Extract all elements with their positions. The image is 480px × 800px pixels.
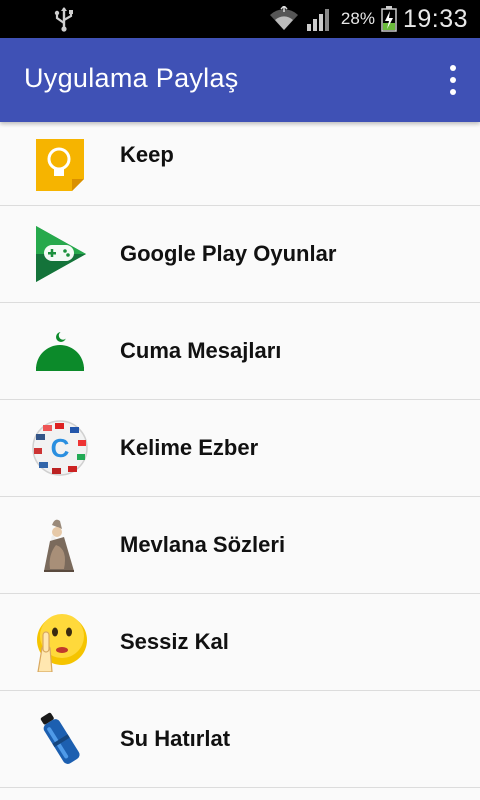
flags-circle-icon: C bbox=[32, 420, 88, 476]
mevlana-figure-icon bbox=[44, 519, 74, 572]
shush-emoji-icon bbox=[37, 614, 87, 672]
usb-icon bbox=[54, 7, 73, 32]
app-label: Google Play Oyunlar bbox=[120, 241, 337, 266]
page-title: Uygulama Paylaş bbox=[24, 63, 239, 93]
app-label: Sessiz Kal bbox=[120, 629, 229, 654]
status-bar: 28% 19:33 bbox=[0, 0, 480, 38]
clock: 19:33 bbox=[402, 4, 468, 33]
list-item-kelime-ezber[interactable]: C Kelime Ezber bbox=[0, 400, 480, 497]
water-bottle-icon bbox=[40, 712, 80, 764]
svg-text:C: C bbox=[51, 433, 70, 463]
list-item-keep[interactable]: Keep bbox=[0, 122, 480, 206]
more-vert-icon[interactable] bbox=[446, 65, 460, 95]
list-item-su-hatirlat[interactable]: Su Hatırlat bbox=[0, 691, 480, 788]
app-bar: Uygulama Paylaş bbox=[0, 38, 480, 122]
mosque-dome-icon bbox=[36, 331, 84, 371]
signal-icon bbox=[306, 9, 329, 31]
battery-percent: 28% bbox=[340, 9, 375, 28]
app-label: Kelime Ezber bbox=[120, 435, 259, 460]
list-item-sessiz-kal[interactable]: Sessiz Kal bbox=[0, 594, 480, 691]
app-label: Keep bbox=[120, 142, 174, 167]
app-label: Cuma Mesajları bbox=[120, 338, 282, 363]
app-list: Keep Google Play Oyunlar Cuma Mesajları bbox=[0, 122, 480, 788]
list-item-mevlana-sozleri[interactable]: Mevlana Sözleri bbox=[0, 497, 480, 594]
app-label: Mevlana Sözleri bbox=[120, 532, 286, 557]
battery-charging-icon bbox=[381, 6, 397, 32]
list-item-google-play-oyunlar[interactable]: Google Play Oyunlar bbox=[0, 206, 480, 303]
google-play-games-icon bbox=[36, 226, 86, 282]
list-item-cuma-mesajlari[interactable]: Cuma Mesajları bbox=[0, 303, 480, 400]
keep-icon bbox=[36, 139, 84, 191]
wifi-icon bbox=[269, 6, 298, 31]
app-label: Su Hatırlat bbox=[120, 726, 231, 751]
